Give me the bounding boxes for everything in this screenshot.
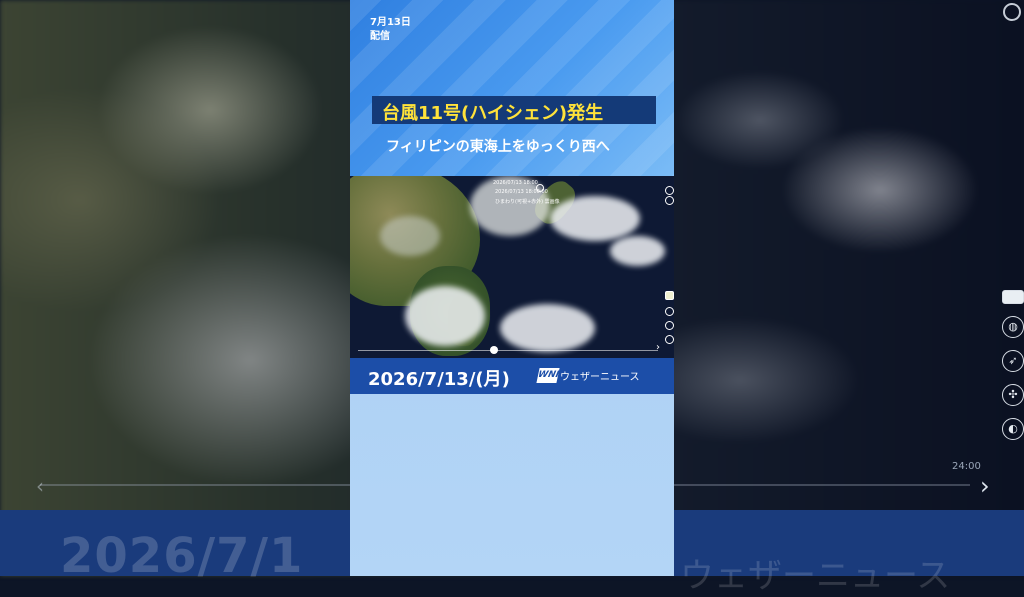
map-zoom-out-icon[interactable] (665, 196, 674, 205)
map-wind-icon[interactable] (665, 321, 674, 330)
brand-name: ウェザーニュース (560, 372, 640, 383)
headline: 台風11号(ハイシェン)発生 (382, 103, 604, 124)
background-layer-icon (1002, 290, 1024, 304)
card-header: 7月13日 配信 台風11号(ハイシェン)発生 フィリピンの東海上をゆっくり西へ (350, 0, 674, 176)
map-time-icon[interactable] (536, 184, 544, 192)
date-band: 2026/7/13/(月) WNI ウェザーニュース (350, 358, 674, 394)
map-cloud (610, 236, 665, 266)
map-cloud (380, 216, 440, 256)
delivery-label-line: 配信 (370, 31, 390, 42)
map-cloud (550, 196, 640, 241)
background-wind-icon: ✣ (1002, 384, 1024, 406)
delivery-date-line: 7月13日 (370, 17, 411, 28)
broadcast-date: 2026/7/13/(月) (368, 369, 510, 390)
map-label-layer: ひまわり(可視+赤外) 雲画像 (495, 199, 560, 205)
subheadline: フィリピンの東海上をゆっくり西へ (386, 139, 610, 155)
background-next-icon: › (980, 472, 990, 500)
wni-logo: WNI (536, 368, 560, 383)
map-next-icon[interactable]: › (656, 342, 660, 353)
delivery-date: 7月13日 配信 (370, 16, 411, 44)
map-label-time: 2026/07/13 18:00 (493, 180, 538, 186)
background-storm-icon: ◐ (1002, 418, 1024, 440)
map-compass-icon[interactable] (665, 307, 674, 316)
map-timeline-track[interactable] (358, 350, 658, 351)
news-card: 7月13日 配信 台風11号(ハイシェン)発生 フィリピンの東海上をゆっくり西へ… (350, 0, 674, 576)
background-icon-rail: ◍ ➶ ✣ ◐ (1002, 290, 1024, 452)
headline-box: 台風11号(ハイシェン)発生 (372, 96, 656, 124)
map-storm-icon[interactable] (665, 335, 674, 344)
background-settings-icon (1003, 3, 1021, 21)
satellite-map[interactable]: 2026/07/13 18:00 2026/07/13 18:00:00 ひまわ… (350, 176, 674, 358)
map-zoom-in-icon[interactable] (665, 186, 674, 195)
background-brand-ghost: ウェザーニュース (680, 556, 951, 596)
background-prev-icon: ‹ (36, 474, 44, 498)
map-timeline-handle[interactable] (490, 346, 498, 354)
map-typhoon-cloud (500, 304, 595, 352)
background-compass-icon: ➶ (1002, 350, 1024, 372)
background-globe-icon: ◍ (1002, 316, 1024, 338)
map-layer-icon[interactable] (665, 291, 674, 300)
background-time-label: 24:00 (952, 461, 981, 472)
map-cloud (405, 286, 485, 346)
